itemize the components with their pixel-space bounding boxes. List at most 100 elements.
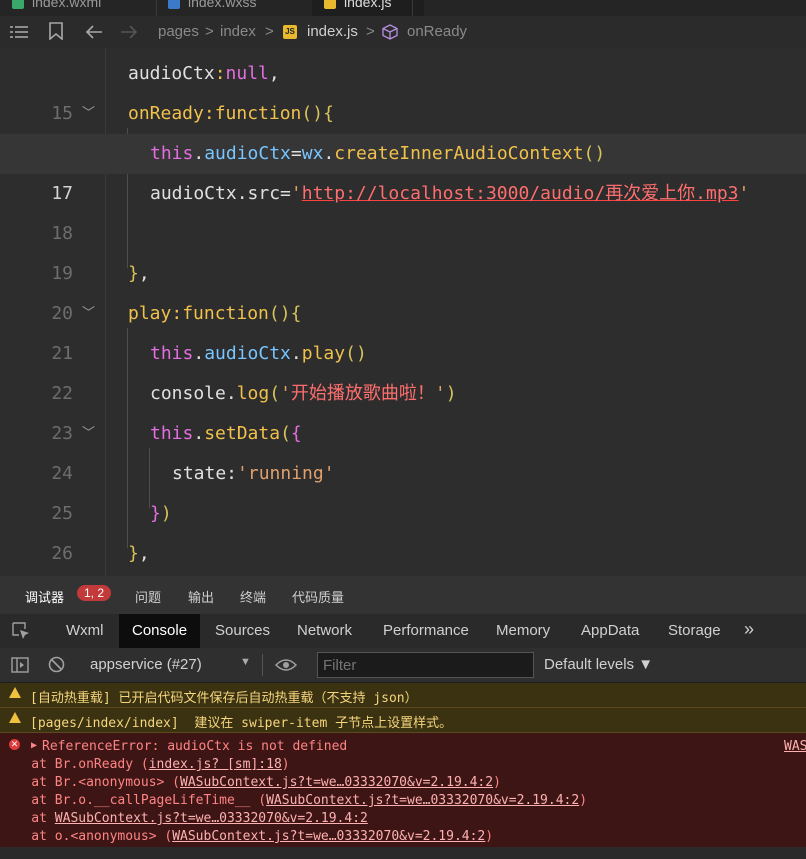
code-line-15: 15 audioCtx:null, [0, 54, 806, 124]
code-line-19: 19 [51, 263, 73, 284]
context-selector[interactable]: appservice (#27) [90, 656, 202, 673]
tab-output[interactable]: 输出 [188, 587, 214, 606]
code-text: }, [128, 263, 150, 284]
expand-triangle-icon[interactable]: ▶ [31, 740, 37, 751]
tab-index-wxss[interactable]: index.wxss [168, 0, 256, 16]
console-warning: [自动热重载] 已开启代码文件保存后自动热重载（不支持 json） [0, 683, 806, 708]
editor-tab-bar: index.wxml index.wxss index.js [0, 0, 806, 16]
stack-frame-link[interactable]: index.js? [sm]:18 [149, 757, 282, 772]
code-line-16: 16 ﹀ onReady:function(){ [0, 94, 806, 164]
wxml-file-icon [12, 0, 24, 10]
bookmark-icon[interactable] [49, 22, 63, 40]
stack-frame-link[interactable]: WASubContext.js?t=we…03332070&v=2.19.4:2 [55, 811, 368, 826]
tab-appdata[interactable]: AppData [581, 622, 639, 639]
stack-frame-link[interactable]: WASubContext.js?t=we…03332070&v=2.19.4:2 [266, 793, 579, 808]
stack-frame-link[interactable]: WASubContext.js?t=we…03332070&v=2.19.4:2 [172, 829, 485, 844]
breadcrumb-separator: > [205, 23, 214, 40]
code-line-20: 20 }, [0, 254, 806, 324]
stack-frame: at Br.onReady (index.js? [sm]:18) [0, 757, 290, 772]
code-line-18: 18 audioCtx.src='http://localhost:3000/a… [0, 174, 806, 244]
toolbar-divider [262, 654, 263, 676]
clear-console-icon[interactable] [48, 656, 65, 673]
error-source-link[interactable]: WAS [784, 739, 806, 754]
wxss-file-icon [168, 0, 180, 10]
tab-terminal[interactable]: 终端 [240, 587, 266, 606]
js-file-icon [324, 0, 336, 10]
js-file-icon: JS [283, 25, 297, 39]
code-line-22: 22 this.audioCtx.play() [0, 334, 806, 404]
warning-icon [9, 687, 21, 698]
code-text: }) [150, 503, 172, 524]
stack-frame: at o.<anonymous> (WASubContext.js?t=we…0… [0, 829, 494, 844]
tab-console[interactable]: Console [119, 614, 201, 648]
stack-frame: at Br.o.__callPageLifeTime__ (WASubConte… [0, 793, 588, 808]
console-toolbar: appservice (#27) ▼ Default levels ▼ [0, 648, 806, 682]
console-error: ✕ ▶ ReferenceError: audioCtx is not defi… [0, 733, 806, 847]
back-arrow-icon[interactable] [85, 24, 103, 40]
tab-storage[interactable]: Storage [668, 622, 721, 639]
tab-problems[interactable]: 问题 [135, 587, 161, 606]
tab-index-js[interactable]: index.js [312, 0, 424, 16]
breadcrumb-item-pages[interactable]: pages [158, 23, 199, 40]
tab-divider [156, 0, 157, 16]
code-line-17: 17 this.audioCtx=wx.createInnerAudioCont… [0, 134, 806, 204]
forward-arrow-icon[interactable] [120, 24, 138, 40]
stack-frame: at Br.<anonymous> (WASubContext.js?t=we…… [0, 775, 501, 790]
code-text: audioCtx.src='http://localhost:3000/audi… [150, 183, 750, 204]
more-tabs-icon[interactable]: » [744, 619, 754, 640]
code-line-25: 25 state:'running' [0, 454, 806, 524]
error-icon: ✕ [9, 739, 20, 750]
eye-icon[interactable] [275, 658, 297, 672]
tab-memory[interactable]: Memory [496, 622, 550, 639]
chevron-down-icon[interactable]: ▼ [240, 656, 251, 668]
devtools-tool-tabs: Wxml Console Sources Network Performance… [0, 614, 806, 648]
inspect-element-icon[interactable] [12, 622, 30, 640]
code-line-24: 24 ﹀ this.setData({ [0, 414, 806, 484]
code-text: state:'running' [172, 463, 335, 484]
code-text: this.audioCtx.play() [150, 343, 367, 364]
warning-icon [9, 712, 21, 723]
console-warning: [pages/index/index] 建议在 swiper-item 子节点上… [0, 708, 806, 733]
tab-debugger[interactable]: 调试器 [25, 587, 64, 606]
tab-wxml[interactable]: Wxml [66, 622, 104, 639]
code-line-23: 23 console.log('开始播放歌曲啦！') [0, 374, 806, 444]
code-text: this.audioCtx=wx.createInnerAudioContext… [150, 143, 606, 164]
code-text: this.setData({ [150, 423, 302, 444]
filter-input[interactable] [317, 652, 534, 678]
sidebar-toggle-icon[interactable] [11, 657, 29, 673]
breadcrumb-item-file[interactable]: index.js [307, 23, 358, 40]
code-editor[interactable]: 15 audioCtx:null, 16 ﹀ onReady:function(… [0, 48, 806, 576]
stack-frame: at WASubContext.js?t=we…03332070&v=2.19.… [0, 811, 368, 826]
code-text: console.log('开始播放歌曲啦！') [150, 383, 457, 404]
tab-divider [412, 0, 413, 16]
error-message: ReferenceError: audioCtx is not defined [42, 739, 348, 754]
breadcrumb-separator: > [366, 23, 375, 40]
list-icon[interactable] [10, 25, 28, 39]
method-cube-icon [382, 24, 398, 40]
fold-chevron-icon[interactable]: ﹀ [82, 94, 95, 134]
console-prompt-area[interactable] [0, 847, 806, 859]
code-text: play:function(){ [128, 303, 302, 324]
devtools-panel-tabs: 调试器 1, 2 问题 输出 终端 代码质量 [0, 576, 806, 614]
tab-network[interactable]: Network [297, 622, 352, 639]
tab-sources[interactable]: Sources [215, 622, 270, 639]
tab-performance[interactable]: Performance [383, 622, 469, 639]
breadcrumb: pages > index > JS index.js > onReady [0, 16, 806, 48]
warning-text: [pages/index/index] 建议在 swiper-item 子节点上… [30, 716, 453, 731]
breadcrumb-item-index[interactable]: index [220, 23, 256, 40]
error-count-badge: 1, 2 [77, 585, 112, 601]
breadcrumb-item-symbol[interactable]: onReady [407, 23, 467, 40]
log-levels-dropdown[interactable]: Default levels ▼ [544, 656, 653, 673]
code-line-21: 21 ﹀ play:function(){ [0, 294, 806, 364]
tab-code-quality[interactable]: 代码质量 [292, 587, 344, 606]
fold-chevron-icon[interactable]: ﹀ [82, 294, 95, 334]
breadcrumb-separator: > [265, 23, 274, 40]
code-line-26: 26 }) [0, 494, 806, 564]
tab-index-wxml[interactable]: index.wxml [12, 0, 101, 16]
code-line-27: 27 }, [0, 534, 806, 574]
fold-chevron-icon[interactable]: ﹀ [82, 414, 95, 454]
code-text: onReady:function(){ [128, 103, 334, 124]
code-text: }, [128, 543, 150, 564]
stack-frame-link[interactable]: WASubContext.js?t=we…03332070&v=2.19.4:2 [180, 775, 493, 790]
warning-text: [自动热重载] 已开启代码文件保存后自动热重载（不支持 json） [30, 691, 418, 706]
